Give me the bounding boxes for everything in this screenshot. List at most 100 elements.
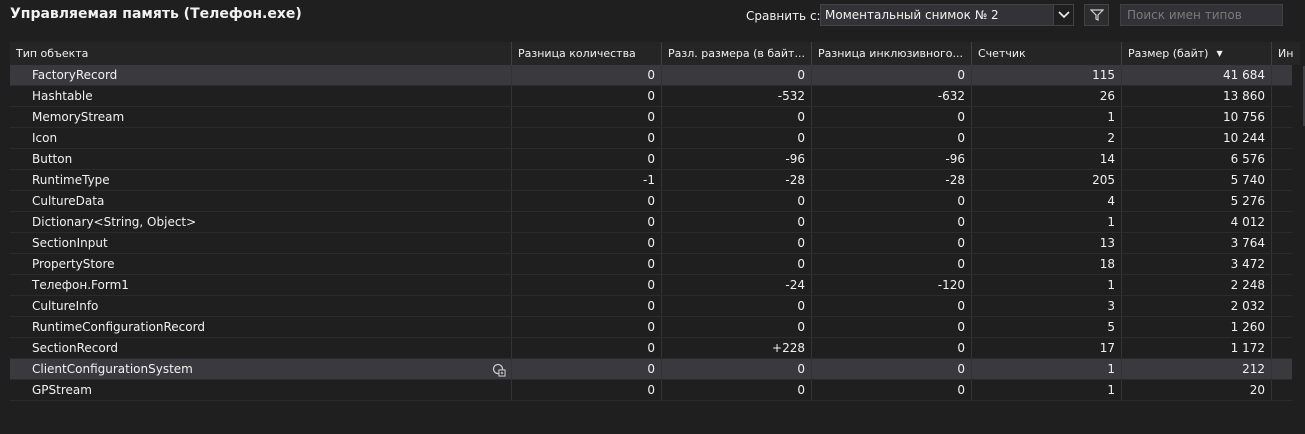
- size-cell: 6 576: [1122, 149, 1272, 169]
- size-cell: 10 244: [1122, 128, 1272, 148]
- column-header-inclusive[interactable]: Ин: [1272, 42, 1302, 65]
- count-cell: 1: [972, 107, 1122, 127]
- inclusive-diff-cell: 0: [812, 128, 972, 148]
- type-name-cell: PropertyStore: [10, 254, 512, 274]
- type-name-cell: Dictionary<String, Object>: [10, 212, 512, 232]
- column-label: Разл. размера (в байт...: [668, 47, 805, 60]
- count-diff-cell: 0: [512, 107, 662, 127]
- column-header-inclusive-diff[interactable]: Разница инклюзивного...: [812, 42, 972, 65]
- table-row[interactable]: Icon 0 0 0 2 10 244: [10, 128, 1292, 149]
- size-cell: 5 276: [1122, 191, 1272, 211]
- size-cell: 212: [1122, 359, 1272, 379]
- table-header: Тип объекта Разница количества Разл. раз…: [10, 42, 1305, 65]
- inclusive-diff-cell: 0: [812, 338, 972, 358]
- type-name-cell: Телефон.Form1: [10, 275, 512, 295]
- size-diff-cell: 0: [662, 254, 812, 274]
- column-header-count-diff[interactable]: Разница количества: [512, 42, 662, 65]
- size-cell: 20: [1122, 380, 1272, 400]
- type-name-cell: RuntimeType: [10, 170, 512, 190]
- table-row[interactable]: ClientConfigurationSystem 0 0 0 1 212: [10, 359, 1292, 380]
- size-diff-cell: 0: [662, 128, 812, 148]
- inclusive-diff-cell: 0: [812, 233, 972, 253]
- size-cell: 41 684: [1122, 65, 1272, 85]
- size-cell: 2 248: [1122, 275, 1272, 295]
- inclusive-diff-cell: 0: [812, 191, 972, 211]
- size-diff-cell: 0: [662, 296, 812, 316]
- inclusive-diff-cell: -28: [812, 170, 972, 190]
- size-diff-cell: -532: [662, 86, 812, 106]
- table-row[interactable]: FactoryRecord 0 0 0 115 41 684: [10, 65, 1292, 86]
- compare-snapshot-dropdown[interactable]: Моментальный снимок № 2: [820, 4, 1074, 26]
- column-header-type[interactable]: Тип объекта: [10, 42, 512, 65]
- count-diff-cell: 0: [512, 233, 662, 253]
- inclusive-diff-cell: 0: [812, 65, 972, 85]
- inclusive-diff-cell: 0: [812, 317, 972, 337]
- table-row[interactable]: RuntimeConfigurationRecord 0 0 0 5 1 260: [10, 317, 1292, 338]
- size-diff-cell: 0: [662, 380, 812, 400]
- table-row[interactable]: SectionRecord 0 +228 0 17 1 172: [10, 338, 1292, 359]
- table-row[interactable]: Телефон.Form1 0 -24 -120 1 2 248: [10, 275, 1292, 296]
- table-row[interactable]: Hashtable 0 -532 -632 26 13 860: [10, 86, 1292, 107]
- size-diff-cell: 0: [662, 359, 812, 379]
- count-diff-cell: -1: [512, 170, 662, 190]
- count-cell: 1: [972, 380, 1122, 400]
- size-diff-cell: 0: [662, 65, 812, 85]
- column-label: Счетчик: [978, 47, 1026, 60]
- count-diff-cell: 0: [512, 254, 662, 274]
- count-cell: 1: [972, 359, 1122, 379]
- count-cell: 1: [972, 212, 1122, 232]
- size-diff-cell: +228: [662, 338, 812, 358]
- page-title: Управляемая память (Телефон.exe): [10, 6, 302, 22]
- type-name-cell: SectionInput: [10, 233, 512, 253]
- count-diff-cell: 0: [512, 191, 662, 211]
- size-cell: 5 740: [1122, 170, 1272, 190]
- count-cell: 14: [972, 149, 1122, 169]
- table-row[interactable]: RuntimeType -1 -28 -28 205 5 740: [10, 170, 1292, 191]
- count-diff-cell: 0: [512, 338, 662, 358]
- inclusive-diff-cell: 0: [812, 212, 972, 232]
- chevron-down-icon[interactable]: [1053, 5, 1073, 25]
- size-cell: 3 472: [1122, 254, 1272, 274]
- count-diff-cell: 0: [512, 359, 662, 379]
- size-diff-cell: 0: [662, 212, 812, 232]
- table-row[interactable]: SectionInput 0 0 0 13 3 764: [10, 233, 1292, 254]
- column-header-count[interactable]: Счетчик: [972, 42, 1122, 65]
- size-diff-cell: 0: [662, 317, 812, 337]
- table-row[interactable]: MemoryStream 0 0 0 1 10 756: [10, 107, 1292, 128]
- size-cell: 10 756: [1122, 107, 1272, 127]
- size-cell: 3 764: [1122, 233, 1272, 253]
- type-name-cell: SectionRecord: [10, 338, 512, 358]
- view-references-icon[interactable]: [492, 362, 506, 377]
- inclusive-diff-cell: -632: [812, 86, 972, 106]
- inclusive-diff-cell: 0: [812, 380, 972, 400]
- type-name-cell: CultureInfo: [10, 296, 512, 316]
- table-row[interactable]: Button 0 -96 -96 14 6 576: [10, 149, 1292, 170]
- column-header-size-diff[interactable]: Разл. размера (в байт...: [662, 42, 812, 65]
- size-cell: 1 260: [1122, 317, 1272, 337]
- type-name-search-input[interactable]: [1120, 4, 1283, 26]
- count-diff-cell: 0: [512, 65, 662, 85]
- type-name-cell: MemoryStream: [10, 107, 512, 127]
- size-cell: 2 032: [1122, 296, 1272, 316]
- type-name-cell: GPStream: [10, 380, 512, 400]
- table-row[interactable]: CultureInfo 0 0 0 3 2 032: [10, 296, 1292, 317]
- vertical-scrollbar[interactable]: [1300, 42, 1305, 402]
- count-diff-cell: 0: [512, 149, 662, 169]
- size-diff-cell: -24: [662, 275, 812, 295]
- size-cell: 1 172: [1122, 338, 1272, 358]
- table-row[interactable]: PropertyStore 0 0 0 18 3 472: [10, 254, 1292, 275]
- table-row[interactable]: Dictionary<String, Object> 0 0 0 1 4 012: [10, 212, 1292, 233]
- type-name-cell: Button: [10, 149, 512, 169]
- type-name-cell: CultureData: [10, 191, 512, 211]
- size-diff-cell: -28: [662, 170, 812, 190]
- table-row[interactable]: CultureData 0 0 0 4 5 276: [10, 191, 1292, 212]
- count-cell: 4: [972, 191, 1122, 211]
- column-header-size[interactable]: Размер (байт) ▼: [1122, 42, 1272, 65]
- type-name-cell: Hashtable: [10, 86, 512, 106]
- type-name-cell: FactoryRecord: [10, 65, 512, 85]
- compare-label: Сравнить с:: [746, 9, 821, 23]
- type-name-cell: RuntimeConfigurationRecord: [10, 317, 512, 337]
- count-diff-cell: 0: [512, 86, 662, 106]
- filter-button[interactable]: [1084, 4, 1109, 26]
- table-row[interactable]: GPStream 0 0 0 1 20: [10, 380, 1292, 401]
